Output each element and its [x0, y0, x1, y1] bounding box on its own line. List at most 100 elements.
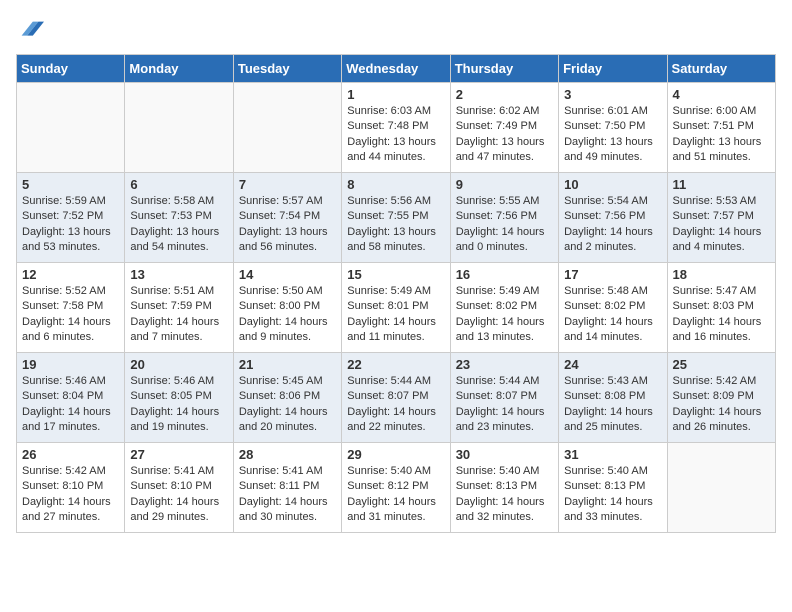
- day-number: 6: [130, 177, 227, 192]
- day-number: 2: [456, 87, 553, 102]
- day-info: Sunrise: 5:55 AMSunset: 7:56 PMDaylight:…: [456, 194, 553, 256]
- day-info: Sunrise: 5:58 AMSunset: 7:53 PMDaylight:…: [130, 194, 227, 256]
- day-number: 15: [347, 267, 444, 282]
- weekday-header-cell: Sunday: [17, 55, 125, 83]
- day-number: 14: [239, 267, 336, 282]
- calendar-day-cell: 11 Sunrise: 5:53 AMSunset: 7:57 PMDayligh…: [667, 173, 775, 263]
- calendar-day-cell: 5 Sunrise: 5:59 AMSunset: 7:52 PMDaylight…: [17, 173, 125, 263]
- day-info: Sunrise: 5:57 AMSunset: 7:54 PMDaylight:…: [239, 194, 336, 256]
- day-info: Sunrise: 5:49 AMSunset: 8:01 PMDaylight:…: [347, 284, 444, 346]
- day-number: 9: [456, 177, 553, 192]
- calendar-week-row: 26Sunrise: 5:42 AMSunset: 8:10 PMDayligh…: [17, 443, 776, 533]
- day-info: Sunrise: 5:45 AMSunset: 8:06 PMDaylight:…: [239, 374, 336, 436]
- weekday-header-cell: Monday: [125, 55, 233, 83]
- day-number: 1: [347, 87, 444, 102]
- day-number: 25: [673, 357, 770, 372]
- day-number: 3: [564, 87, 661, 102]
- day-info: Sunrise: 5:41 AMSunset: 8:11 PMDaylight:…: [239, 464, 336, 526]
- day-info: Sunrise: 5:40 AMSunset: 8:12 PMDaylight:…: [347, 464, 444, 526]
- calendar-day-cell: 1 Sunrise: 6:03 AMSunset: 7:48 PMDaylight…: [342, 83, 450, 173]
- day-number: 26: [22, 447, 119, 462]
- calendar-day-cell: 31 Sunrise: 5:40 AMSunset: 8:13 PMDayligh…: [559, 443, 667, 533]
- day-info: Sunrise: 5:59 AMSunset: 7:52 PMDaylight:…: [22, 194, 119, 256]
- calendar-day-cell: [233, 83, 341, 173]
- calendar-body: 1 Sunrise: 6:03 AMSunset: 7:48 PMDaylight…: [17, 83, 776, 533]
- day-number: 11: [673, 177, 770, 192]
- day-info: Sunrise: 6:02 AMSunset: 7:49 PMDaylight:…: [456, 104, 553, 166]
- calendar-day-cell: 9 Sunrise: 5:55 AMSunset: 7:56 PMDaylight…: [450, 173, 558, 263]
- calendar-week-row: 1 Sunrise: 6:03 AMSunset: 7:48 PMDaylight…: [17, 83, 776, 173]
- day-number: 21: [239, 357, 336, 372]
- calendar-day-cell: 29 Sunrise: 5:40 AMSunset: 8:12 PMDayligh…: [342, 443, 450, 533]
- page-header: [16, 16, 776, 44]
- day-number: 10: [564, 177, 661, 192]
- day-info: Sunrise: 5:41 AMSunset: 8:10 PMDaylight:…: [130, 464, 227, 526]
- day-number: 19: [22, 357, 119, 372]
- calendar-day-cell: 10 Sunrise: 5:54 AMSunset: 7:56 PMDayligh…: [559, 173, 667, 263]
- day-info: Sunrise: 5:44 AMSunset: 8:07 PMDaylight:…: [347, 374, 444, 436]
- day-number: 31: [564, 447, 661, 462]
- calendar-day-cell: 25 Sunrise: 5:42 AMSunset: 8:09 PMDayligh…: [667, 353, 775, 443]
- calendar-day-cell: 17Sunrise: 5:48 AMSunset: 8:02 PMDayligh…: [559, 263, 667, 353]
- calendar-day-cell: 7 Sunrise: 5:57 AMSunset: 7:54 PMDaylight…: [233, 173, 341, 263]
- calendar-day-cell: 15 Sunrise: 5:49 AMSunset: 8:01 PMDayligh…: [342, 263, 450, 353]
- day-info: Sunrise: 5:51 AMSunset: 7:59 PMDaylight:…: [130, 284, 227, 346]
- logo-icon: [16, 16, 44, 44]
- calendar-day-cell: [125, 83, 233, 173]
- calendar-week-row: 19Sunrise: 5:46 AMSunset: 8:04 PMDayligh…: [17, 353, 776, 443]
- calendar-table: SundayMondayTuesdayWednesdayThursdayFrid…: [16, 54, 776, 533]
- calendar-day-cell: 2 Sunrise: 6:02 AMSunset: 7:49 PMDaylight…: [450, 83, 558, 173]
- day-number: 27: [130, 447, 227, 462]
- calendar-day-cell: 12Sunrise: 5:52 AMSunset: 7:58 PMDayligh…: [17, 263, 125, 353]
- day-number: 7: [239, 177, 336, 192]
- day-number: 5: [22, 177, 119, 192]
- calendar-day-cell: 27 Sunrise: 5:41 AMSunset: 8:10 PMDayligh…: [125, 443, 233, 533]
- day-info: Sunrise: 5:48 AMSunset: 8:02 PMDaylight:…: [564, 284, 661, 346]
- calendar-day-cell: 19Sunrise: 5:46 AMSunset: 8:04 PMDayligh…: [17, 353, 125, 443]
- day-info: Sunrise: 5:50 AMSunset: 8:00 PMDaylight:…: [239, 284, 336, 346]
- calendar-day-cell: 28 Sunrise: 5:41 AMSunset: 8:11 PMDayligh…: [233, 443, 341, 533]
- day-info: Sunrise: 5:52 AMSunset: 7:58 PMDaylight:…: [22, 284, 119, 346]
- logo: [16, 16, 46, 44]
- day-info: Sunrise: 5:47 AMSunset: 8:03 PMDaylight:…: [673, 284, 770, 346]
- calendar-day-cell: 21 Sunrise: 5:45 AMSunset: 8:06 PMDayligh…: [233, 353, 341, 443]
- calendar-day-cell: [667, 443, 775, 533]
- day-number: 22: [347, 357, 444, 372]
- weekday-header-cell: Tuesday: [233, 55, 341, 83]
- day-info: Sunrise: 5:54 AMSunset: 7:56 PMDaylight:…: [564, 194, 661, 256]
- day-info: Sunrise: 5:40 AMSunset: 8:13 PMDaylight:…: [564, 464, 661, 526]
- day-number: 28: [239, 447, 336, 462]
- day-number: 30: [456, 447, 553, 462]
- calendar-day-cell: 30Sunrise: 5:40 AMSunset: 8:13 PMDayligh…: [450, 443, 558, 533]
- day-info: Sunrise: 5:42 AMSunset: 8:09 PMDaylight:…: [673, 374, 770, 436]
- weekday-header-row: SundayMondayTuesdayWednesdayThursdayFrid…: [17, 55, 776, 83]
- weekday-header-cell: Thursday: [450, 55, 558, 83]
- day-number: 13: [130, 267, 227, 282]
- weekday-header-cell: Wednesday: [342, 55, 450, 83]
- calendar-day-cell: 14 Sunrise: 5:50 AMSunset: 8:00 PMDayligh…: [233, 263, 341, 353]
- calendar-day-cell: 6 Sunrise: 5:58 AMSunset: 7:53 PMDaylight…: [125, 173, 233, 263]
- day-info: Sunrise: 6:00 AMSunset: 7:51 PMDaylight:…: [673, 104, 770, 166]
- calendar-day-cell: 8 Sunrise: 5:56 AMSunset: 7:55 PMDaylight…: [342, 173, 450, 263]
- calendar-day-cell: 23Sunrise: 5:44 AMSunset: 8:07 PMDayligh…: [450, 353, 558, 443]
- calendar-day-cell: 18 Sunrise: 5:47 AMSunset: 8:03 PMDayligh…: [667, 263, 775, 353]
- day-info: Sunrise: 5:44 AMSunset: 8:07 PMDaylight:…: [456, 374, 553, 436]
- calendar-week-row: 12Sunrise: 5:52 AMSunset: 7:58 PMDayligh…: [17, 263, 776, 353]
- weekday-header-cell: Saturday: [667, 55, 775, 83]
- day-info: Sunrise: 5:53 AMSunset: 7:57 PMDaylight:…: [673, 194, 770, 256]
- day-info: Sunrise: 5:46 AMSunset: 8:05 PMDaylight:…: [130, 374, 227, 436]
- calendar-day-cell: 4Sunrise: 6:00 AMSunset: 7:51 PMDaylight…: [667, 83, 775, 173]
- calendar-day-cell: [17, 83, 125, 173]
- calendar-week-row: 5 Sunrise: 5:59 AMSunset: 7:52 PMDaylight…: [17, 173, 776, 263]
- day-number: 18: [673, 267, 770, 282]
- day-info: Sunrise: 5:49 AMSunset: 8:02 PMDaylight:…: [456, 284, 553, 346]
- day-number: 29: [347, 447, 444, 462]
- day-number: 20: [130, 357, 227, 372]
- day-number: 8: [347, 177, 444, 192]
- calendar-day-cell: 20 Sunrise: 5:46 AMSunset: 8:05 PMDayligh…: [125, 353, 233, 443]
- weekday-header-cell: Friday: [559, 55, 667, 83]
- calendar-day-cell: 24Sunrise: 5:43 AMSunset: 8:08 PMDayligh…: [559, 353, 667, 443]
- calendar-day-cell: 3Sunrise: 6:01 AMSunset: 7:50 PMDaylight…: [559, 83, 667, 173]
- day-info: Sunrise: 6:03 AMSunset: 7:48 PMDaylight:…: [347, 104, 444, 166]
- day-info: Sunrise: 5:56 AMSunset: 7:55 PMDaylight:…: [347, 194, 444, 256]
